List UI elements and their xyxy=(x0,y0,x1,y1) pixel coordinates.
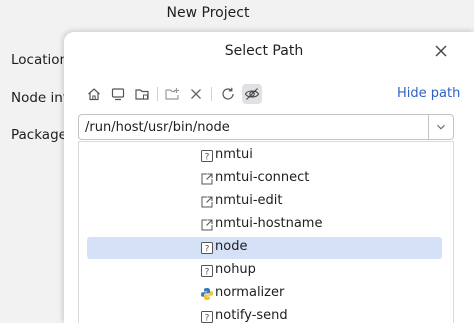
file-name: normalizer xyxy=(215,285,285,300)
file-name: nmtui-connect xyxy=(215,170,310,185)
file-row[interactable]: nmtui-hostname xyxy=(87,214,442,236)
show-hidden-button[interactable] xyxy=(242,84,262,104)
file-tree[interactable]: ? nmtui nmtui-connect nmtui-edit nmtui-hostn… xyxy=(78,141,454,323)
file-row[interactable]: nmtui-connect xyxy=(87,168,442,190)
package-manager-label: Package xyxy=(11,127,67,143)
folder-module-icon xyxy=(135,89,149,100)
file-row[interactable]: normalizer xyxy=(87,283,442,305)
node-interpreter-label: Node int xyxy=(11,90,69,106)
svg-text:?: ? xyxy=(205,153,210,163)
unknown-file-icon: ? xyxy=(200,309,214,323)
file-row[interactable]: ? notify-send xyxy=(87,306,442,323)
close-icon[interactable] xyxy=(433,43,449,59)
svg-text:?: ? xyxy=(205,245,210,255)
project-folder-button[interactable] xyxy=(132,84,152,104)
unknown-file-icon: ? xyxy=(200,148,214,163)
new-folder-icon xyxy=(165,88,179,100)
window-title: New Project xyxy=(166,5,250,21)
new-folder-button[interactable] xyxy=(162,84,182,104)
path-combobox[interactable]: /run/host/usr/bin/node xyxy=(78,114,454,140)
file-name: notify-send xyxy=(215,308,288,323)
symlink-icon xyxy=(200,171,214,185)
file-name: nmtui-edit xyxy=(215,193,283,208)
dialog-title: Select Path xyxy=(224,43,304,59)
toolbar-separator xyxy=(157,87,158,101)
desktop-button[interactable] xyxy=(108,84,128,104)
toolbar-separator xyxy=(211,87,212,101)
python-file-icon xyxy=(200,286,214,300)
unknown-file-icon: ? xyxy=(200,263,214,278)
file-row[interactable]: nmtui-edit xyxy=(87,191,442,213)
path-input[interactable]: /run/host/usr/bin/node xyxy=(79,120,428,135)
file-row[interactable]: ? node xyxy=(87,237,442,259)
file-row[interactable]: ? nmtui xyxy=(87,145,442,167)
file-row[interactable]: ? nohup xyxy=(87,260,442,282)
show-hidden-icon xyxy=(244,88,260,100)
desktop-icon xyxy=(111,88,125,101)
chevron-down-icon xyxy=(437,124,445,130)
refresh-icon xyxy=(222,87,234,100)
file-name: nmtui xyxy=(215,147,253,162)
svg-text:?: ? xyxy=(205,268,210,278)
path-dropdown-button[interactable] xyxy=(428,115,453,139)
unknown-file-icon: ? xyxy=(200,240,214,255)
home-icon xyxy=(88,88,100,101)
delete-button[interactable] xyxy=(186,84,206,104)
hide-path-link[interactable]: Hide path xyxy=(397,86,460,101)
home-button[interactable] xyxy=(84,84,104,104)
file-name: nohup xyxy=(215,262,256,277)
file-name: nmtui-hostname xyxy=(215,216,323,231)
select-path-dialog: Select Path Hide path /run/host/usr/bin/… xyxy=(64,32,474,323)
refresh-button[interactable] xyxy=(218,84,238,104)
svg-text:?: ? xyxy=(205,314,210,323)
delete-icon xyxy=(191,89,201,99)
symlink-icon xyxy=(200,217,214,231)
symlink-icon xyxy=(200,194,214,208)
file-name: node xyxy=(215,239,248,254)
